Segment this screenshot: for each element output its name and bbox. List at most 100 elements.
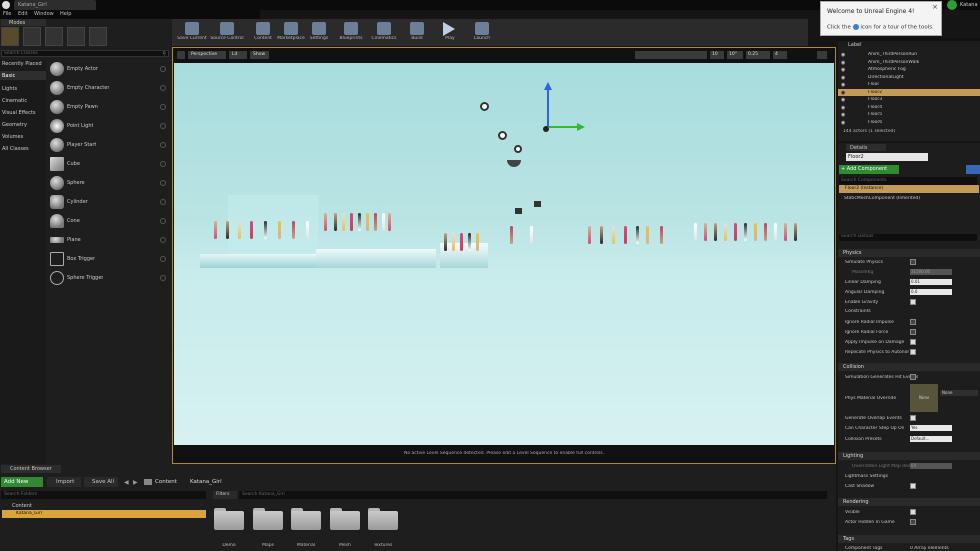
mode-paint-icon[interactable]: [23, 27, 41, 46]
actor-icon[interactable]: [534, 201, 541, 207]
hidden-in-game-checkbox[interactable]: [910, 519, 916, 525]
collision-presets-dropdown[interactable]: Default...: [910, 436, 952, 442]
gizmo-origin[interactable]: [543, 126, 549, 132]
filters-button[interactable]: Filters: [213, 491, 237, 499]
platform-floor[interactable]: [440, 243, 488, 268]
character-model[interactable]: [694, 223, 697, 241]
visibility-eye-icon[interactable]: ◉: [841, 75, 845, 81]
visibility-eye-icon[interactable]: ◉: [841, 67, 845, 73]
constraints-label[interactable]: Constraints: [845, 309, 871, 314]
character-model[interactable]: [214, 221, 217, 239]
user-name[interactable]: Katana: [960, 2, 978, 8]
character-model[interactable]: [366, 213, 369, 231]
light-actor-icon[interactable]: [498, 131, 507, 140]
outliner-row[interactable]: ◉ DirectionalLight: [838, 74, 980, 81]
angular-damping-field[interactable]: 0.0: [910, 289, 952, 295]
outliner-row[interactable]: ◉ Floor5: [838, 111, 980, 118]
breadcrumb-katana-girl[interactable]: Katana_Girl: [190, 479, 222, 485]
component-row[interactable]: StaticMeshComponent (Inherited): [844, 196, 920, 201]
settings-button[interactable]: Settings: [304, 20, 334, 45]
content-button[interactable]: Content: [248, 20, 278, 45]
character-model[interactable]: [612, 226, 615, 244]
show-button[interactable]: Show: [250, 51, 269, 59]
character-model[interactable]: [530, 226, 533, 244]
character-model[interactable]: [250, 221, 253, 239]
info-icon[interactable]: [160, 66, 166, 72]
scene-view[interactable]: [174, 63, 834, 445]
category-recently-placed[interactable]: Recently Placed: [2, 61, 42, 67]
character-model[interactable]: [342, 213, 345, 231]
outliner-search-input[interactable]: [838, 38, 980, 41]
lightmass-settings-label[interactable]: Lightmass Settings: [845, 474, 888, 479]
character-model[interactable]: [774, 223, 777, 241]
visibility-eye-icon[interactable]: ◉: [841, 60, 845, 66]
viewport-options-button[interactable]: [177, 51, 185, 59]
search-components-input[interactable]: Search Components: [839, 177, 977, 185]
save-current-button[interactable]: Save Current: [177, 20, 207, 45]
lit-button[interactable]: Lit: [229, 51, 247, 59]
character-model[interactable]: [476, 233, 479, 251]
folder-mesh[interactable]: [330, 508, 360, 530]
ignore-radial-force-checkbox[interactable]: [910, 329, 916, 335]
character-model[interactable]: [374, 213, 377, 231]
outliner-row[interactable]: ◉ Atmospheric Fog: [838, 66, 980, 73]
replicate-physics-checkbox[interactable]: [910, 349, 916, 355]
info-icon[interactable]: [160, 123, 166, 129]
character-model[interactable]: [714, 223, 717, 241]
character-model[interactable]: [278, 221, 281, 239]
character-model[interactable]: [734, 223, 737, 241]
place-item-empty-actor[interactable]: Empty Actor: [48, 61, 168, 79]
category-volumes[interactable]: Volumes: [2, 134, 23, 140]
character-model[interactable]: [350, 213, 353, 231]
rendering-header[interactable]: Rendering: [838, 498, 980, 506]
build-button[interactable]: Build: [402, 20, 432, 45]
outliner-row[interactable]: ◉ Anim_ThirdPersonRun: [838, 51, 980, 58]
character-model[interactable]: [468, 233, 471, 251]
rotation-snap-value[interactable]: 10°: [727, 51, 743, 59]
perspective-button[interactable]: Perspective: [188, 51, 226, 59]
place-item-empty-character[interactable]: Empty Character: [48, 80, 168, 98]
character-model[interactable]: [764, 223, 767, 241]
tags-header[interactable]: Tags: [838, 535, 980, 543]
visibility-eye-icon[interactable]: ◉: [841, 120, 845, 126]
character-model[interactable]: [784, 223, 787, 241]
tree-item-selected[interactable]: Katana_Girl: [2, 510, 206, 518]
visibility-eye-icon[interactable]: ◉: [841, 97, 845, 103]
step-up-dropdown[interactable]: Yes: [910, 425, 952, 431]
character-model[interactable]: [794, 223, 797, 241]
platform-floor[interactable]: [386, 249, 436, 268]
character-model[interactable]: [600, 226, 603, 244]
character-model[interactable]: [646, 226, 649, 244]
outliner-row-selected[interactable]: ◉ Floor2: [838, 88, 980, 96]
visibility-eye-icon[interactable]: ◉: [841, 82, 845, 88]
menu-help[interactable]: Help: [60, 11, 71, 17]
tutorial-icon[interactable]: [852, 24, 859, 30]
place-item-player-start[interactable]: Player Start: [48, 137, 168, 155]
phys-material-thumbnail[interactable]: None: [910, 384, 938, 412]
place-item-cone[interactable]: Cone: [48, 213, 168, 231]
info-icon[interactable]: [160, 85, 166, 91]
menu-window[interactable]: Window: [34, 11, 54, 17]
category-geometry[interactable]: Geometry: [2, 122, 27, 128]
add-component-button[interactable]: + Add Component: [839, 165, 899, 174]
character-model[interactable]: [334, 213, 337, 231]
mode-foliage-icon[interactable]: [67, 27, 85, 46]
character-model[interactable]: [388, 213, 391, 231]
simulate-physics-checkbox[interactable]: [910, 259, 916, 265]
launch-button[interactable]: Launch: [467, 20, 497, 45]
gizmo-y-axis[interactable]: [549, 126, 577, 128]
enable-gravity-checkbox[interactable]: [910, 299, 916, 305]
light-actor-icon[interactable]: [514, 145, 522, 153]
close-icon[interactable]: ×: [932, 3, 938, 11]
blueprints-button[interactable]: Blueprints: [336, 20, 366, 45]
mode-landscape-icon[interactable]: [45, 27, 63, 46]
forward-arrow-icon[interactable]: ▶: [133, 479, 138, 486]
instance-row[interactable]: Floor2 (Instance): [839, 185, 979, 193]
visibility-eye-icon[interactable]: ◉: [841, 105, 845, 111]
cinematics-button[interactable]: Cinematics: [369, 20, 399, 45]
tree-item-content[interactable]: Content: [12, 503, 32, 509]
place-item-empty-pawn[interactable]: Empty Pawn: [48, 99, 168, 117]
marketplace-button[interactable]: Marketplace: [276, 20, 306, 45]
character-model[interactable]: [636, 226, 639, 244]
mode-place-icon[interactable]: [1, 27, 19, 46]
